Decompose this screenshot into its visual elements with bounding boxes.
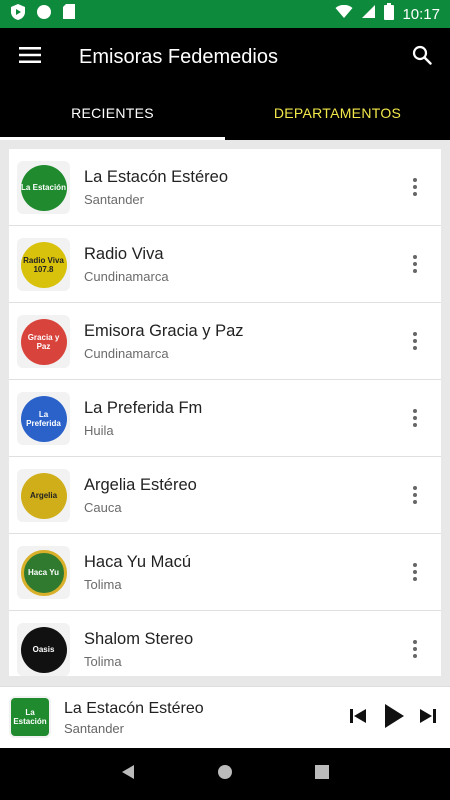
more-options-icon[interactable] — [403, 552, 427, 592]
station-list: La Estación La Estacón Estéreo Santander … — [9, 149, 441, 676]
station-logo-mark: Haca Yu — [20, 549, 67, 596]
tab-recientes[interactable]: RECIENTES — [0, 86, 225, 140]
shield-play-icon — [10, 3, 26, 26]
back-icon[interactable] — [121, 764, 135, 785]
player-logo-mark: La Estación — [11, 698, 49, 736]
signal-icon — [361, 4, 376, 24]
menu-button[interactable] — [0, 28, 60, 86]
home-icon[interactable] — [217, 764, 233, 785]
station-region: Tolima — [84, 654, 122, 669]
circle-icon — [36, 4, 52, 25]
station-logo: Argelia — [17, 469, 70, 522]
more-options-icon[interactable] — [403, 629, 427, 669]
station-region: Cundinamarca — [84, 346, 169, 361]
app-bar: Emisoras Fedemedios — [0, 28, 450, 86]
list-item[interactable]: Gracia y Paz Emisora Gracia y Paz Cundina… — [9, 303, 441, 380]
mini-player[interactable]: La Estación La Estacón Estéreo Santander — [0, 686, 450, 748]
station-logo-mark: La Preferida — [20, 395, 67, 442]
search-button[interactable] — [394, 28, 450, 86]
station-region: Cundinamarca — [84, 269, 169, 284]
station-logo: Radio Viva 107.8 — [17, 238, 70, 291]
status-bar: 10:17 — [0, 0, 450, 28]
list-item[interactable]: Radio Viva 107.8 Radio Viva Cundinamarca — [9, 226, 441, 303]
station-logo-mark: Oasis — [20, 626, 67, 673]
station-region: Tolima — [84, 577, 122, 592]
list-item[interactable]: La Estación La Estacón Estéreo Santander — [9, 149, 441, 226]
battery-icon — [384, 3, 395, 25]
more-options-icon[interactable] — [403, 167, 427, 207]
tab-bar: RECIENTES DEPARTAMENTOS — [0, 86, 450, 140]
list-item[interactable]: Oasis Shalom Stereo Tolima — [9, 611, 441, 676]
skip-previous-button[interactable] — [344, 701, 372, 735]
more-options-icon[interactable] — [403, 475, 427, 515]
station-logo-mark: Argelia — [20, 472, 67, 519]
play-button[interactable] — [379, 701, 409, 735]
system-nav-bar — [0, 748, 450, 800]
list-item[interactable]: Haca Yu Haca Yu Macú Tolima — [9, 534, 441, 611]
station-name: Haca Yu Macú — [84, 553, 192, 571]
station-logo-mark: Gracia y Paz — [20, 318, 67, 365]
more-options-icon[interactable] — [403, 321, 427, 361]
hamburger-icon — [19, 46, 41, 68]
player-title: La Estacón Estéreo — [64, 700, 204, 717]
station-region: Huila — [84, 423, 114, 438]
station-logo: Gracia y Paz — [17, 315, 70, 368]
station-name: Radio Viva — [84, 245, 164, 263]
station-logo: Oasis — [17, 623, 70, 676]
station-name: Shalom Stereo — [84, 630, 194, 648]
station-name: Emisora Gracia y Paz — [84, 322, 244, 340]
tab-departamentos[interactable]: DEPARTAMENTOS — [225, 86, 450, 140]
wifi-icon — [335, 4, 353, 24]
station-name: Argelia Estéreo — [84, 476, 197, 494]
play-icon — [384, 703, 404, 733]
skip-previous-icon — [350, 708, 366, 728]
station-logo-mark: La Estación — [20, 164, 67, 211]
station-name: La Preferida Fm — [84, 399, 203, 417]
more-options-icon[interactable] — [403, 244, 427, 284]
station-logo: La Estación — [17, 161, 70, 214]
player-logo: La Estación — [9, 696, 51, 738]
sd-card-icon — [62, 3, 76, 25]
more-options-icon[interactable] — [403, 398, 427, 438]
skip-next-button[interactable] — [414, 701, 442, 735]
station-logo-mark: Radio Viva 107.8 — [20, 241, 67, 288]
status-time: 10:17 — [402, 5, 440, 23]
search-icon — [412, 45, 432, 70]
station-name: La Estacón Estéreo — [84, 168, 229, 186]
skip-next-icon — [420, 708, 436, 728]
station-region: Santander — [84, 192, 144, 207]
player-subtitle: Santander — [64, 721, 124, 736]
recents-icon[interactable] — [315, 764, 329, 784]
list-item[interactable]: Argelia Argelia Estéreo Cauca — [9, 457, 441, 534]
list-item[interactable]: La Preferida La Preferida Fm Huila — [9, 380, 441, 457]
page-title: Emisoras Fedemedios — [79, 45, 278, 68]
station-logo: La Preferida — [17, 392, 70, 445]
station-logo: Haca Yu — [17, 546, 70, 599]
station-region: Cauca — [84, 500, 122, 515]
